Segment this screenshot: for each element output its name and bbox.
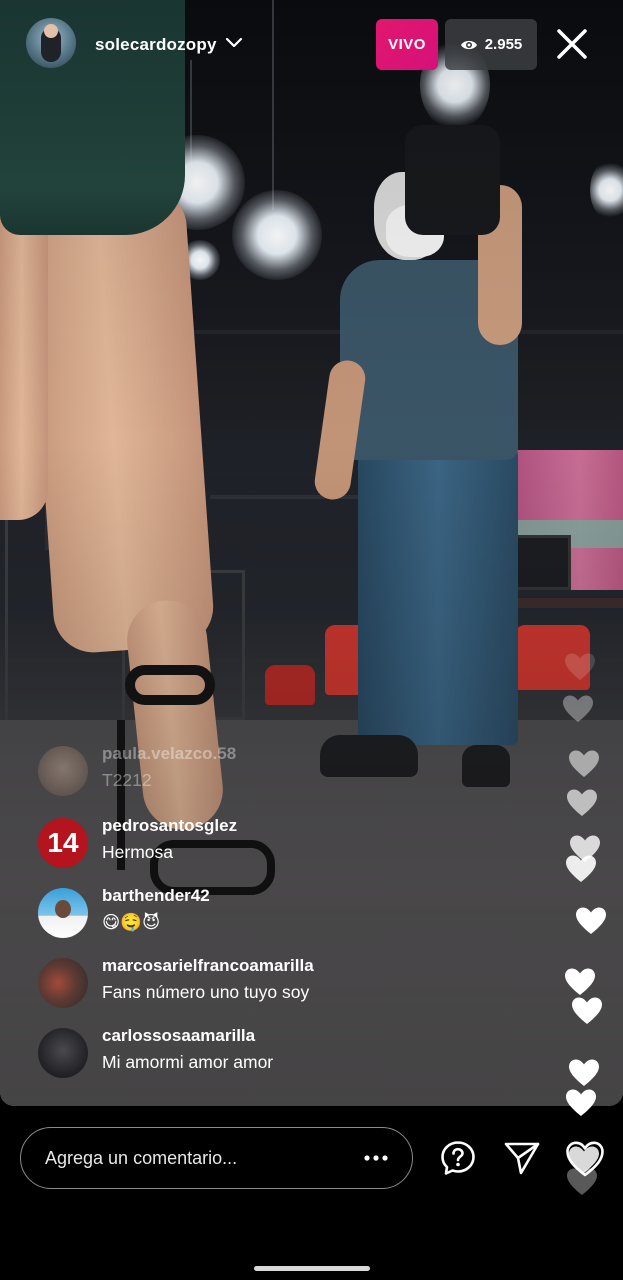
comment-username[interactable]: barthender42: [102, 886, 210, 906]
comment-input-pill[interactable]: [20, 1127, 413, 1189]
live-badge: VIVO: [376, 19, 438, 70]
comment-item: barthender42 😋🤤😈: [38, 882, 558, 942]
host-username[interactable]: solecardozopy: [95, 35, 217, 55]
comment-item: paula.velazco.58 T2212: [38, 740, 558, 800]
comment-text: Mi amormi amor amor: [102, 1052, 274, 1072]
close-icon[interactable]: [552, 24, 592, 64]
live-comments-list[interactable]: paula.velazco.58 T2212 14 pedrosantosgle…: [0, 740, 560, 1100]
comment-username[interactable]: pedrosantosglez: [102, 816, 237, 836]
comment-item: marcosarielfrancoamarilla Fans número un…: [38, 952, 558, 1012]
eye-icon: [460, 40, 477, 49]
live-header: solecardozopy VIVO 2.955: [0, 0, 623, 90]
comment-username[interactable]: marcosarielfrancoamarilla: [102, 956, 314, 976]
heart-icon: [576, 907, 606, 934]
comment-text: 😋🤤😈: [102, 912, 161, 932]
comment-username[interactable]: carlossosaamarilla: [102, 1026, 255, 1046]
heart-icon: [565, 968, 595, 995]
heart-icon: [563, 695, 593, 722]
viewer-count-badge[interactable]: 2.955: [445, 19, 537, 70]
heart-icon: [569, 750, 599, 777]
chevron-down-icon[interactable]: [224, 32, 244, 52]
comment-item: carlossosaamarilla Mi amormi amor amor: [38, 1022, 558, 1082]
more-dots-icon[interactable]: [361, 1146, 391, 1170]
heart-icon: [567, 789, 597, 816]
viewer-count: 2.955: [484, 36, 523, 53]
commenter-avatar[interactable]: [38, 1028, 88, 1078]
heart-icon: [572, 997, 602, 1024]
send-icon[interactable]: [503, 1140, 541, 1176]
comment-username[interactable]: paula.velazco.58: [102, 744, 236, 764]
comment-item: 14 pedrosantosglez Hermosa: [38, 812, 558, 872]
commenter-avatar[interactable]: 14: [38, 818, 88, 868]
heart-icon[interactable]: [565, 1140, 605, 1178]
heart-icon: [566, 855, 596, 882]
comment-input[interactable]: [45, 1128, 345, 1188]
commenter-avatar[interactable]: [38, 746, 88, 796]
host-avatar[interactable]: [26, 18, 76, 68]
jersey-number: 14: [47, 827, 79, 858]
question-icon[interactable]: [440, 1140, 476, 1176]
comment-text: T2212: [102, 770, 152, 790]
commenter-avatar[interactable]: [38, 888, 88, 938]
comment-text: Fans número uno tuyo soy: [102, 982, 310, 1002]
home-indicator[interactable]: [254, 1266, 370, 1271]
avatar-face: [55, 900, 71, 918]
avatar-face: [44, 24, 58, 38]
comment-text: Hermosa: [102, 842, 173, 862]
heart-icon: [565, 653, 595, 680]
heart-icon: [566, 1089, 596, 1116]
commenter-avatar[interactable]: [38, 958, 88, 1008]
heart-icon: [569, 1059, 599, 1086]
